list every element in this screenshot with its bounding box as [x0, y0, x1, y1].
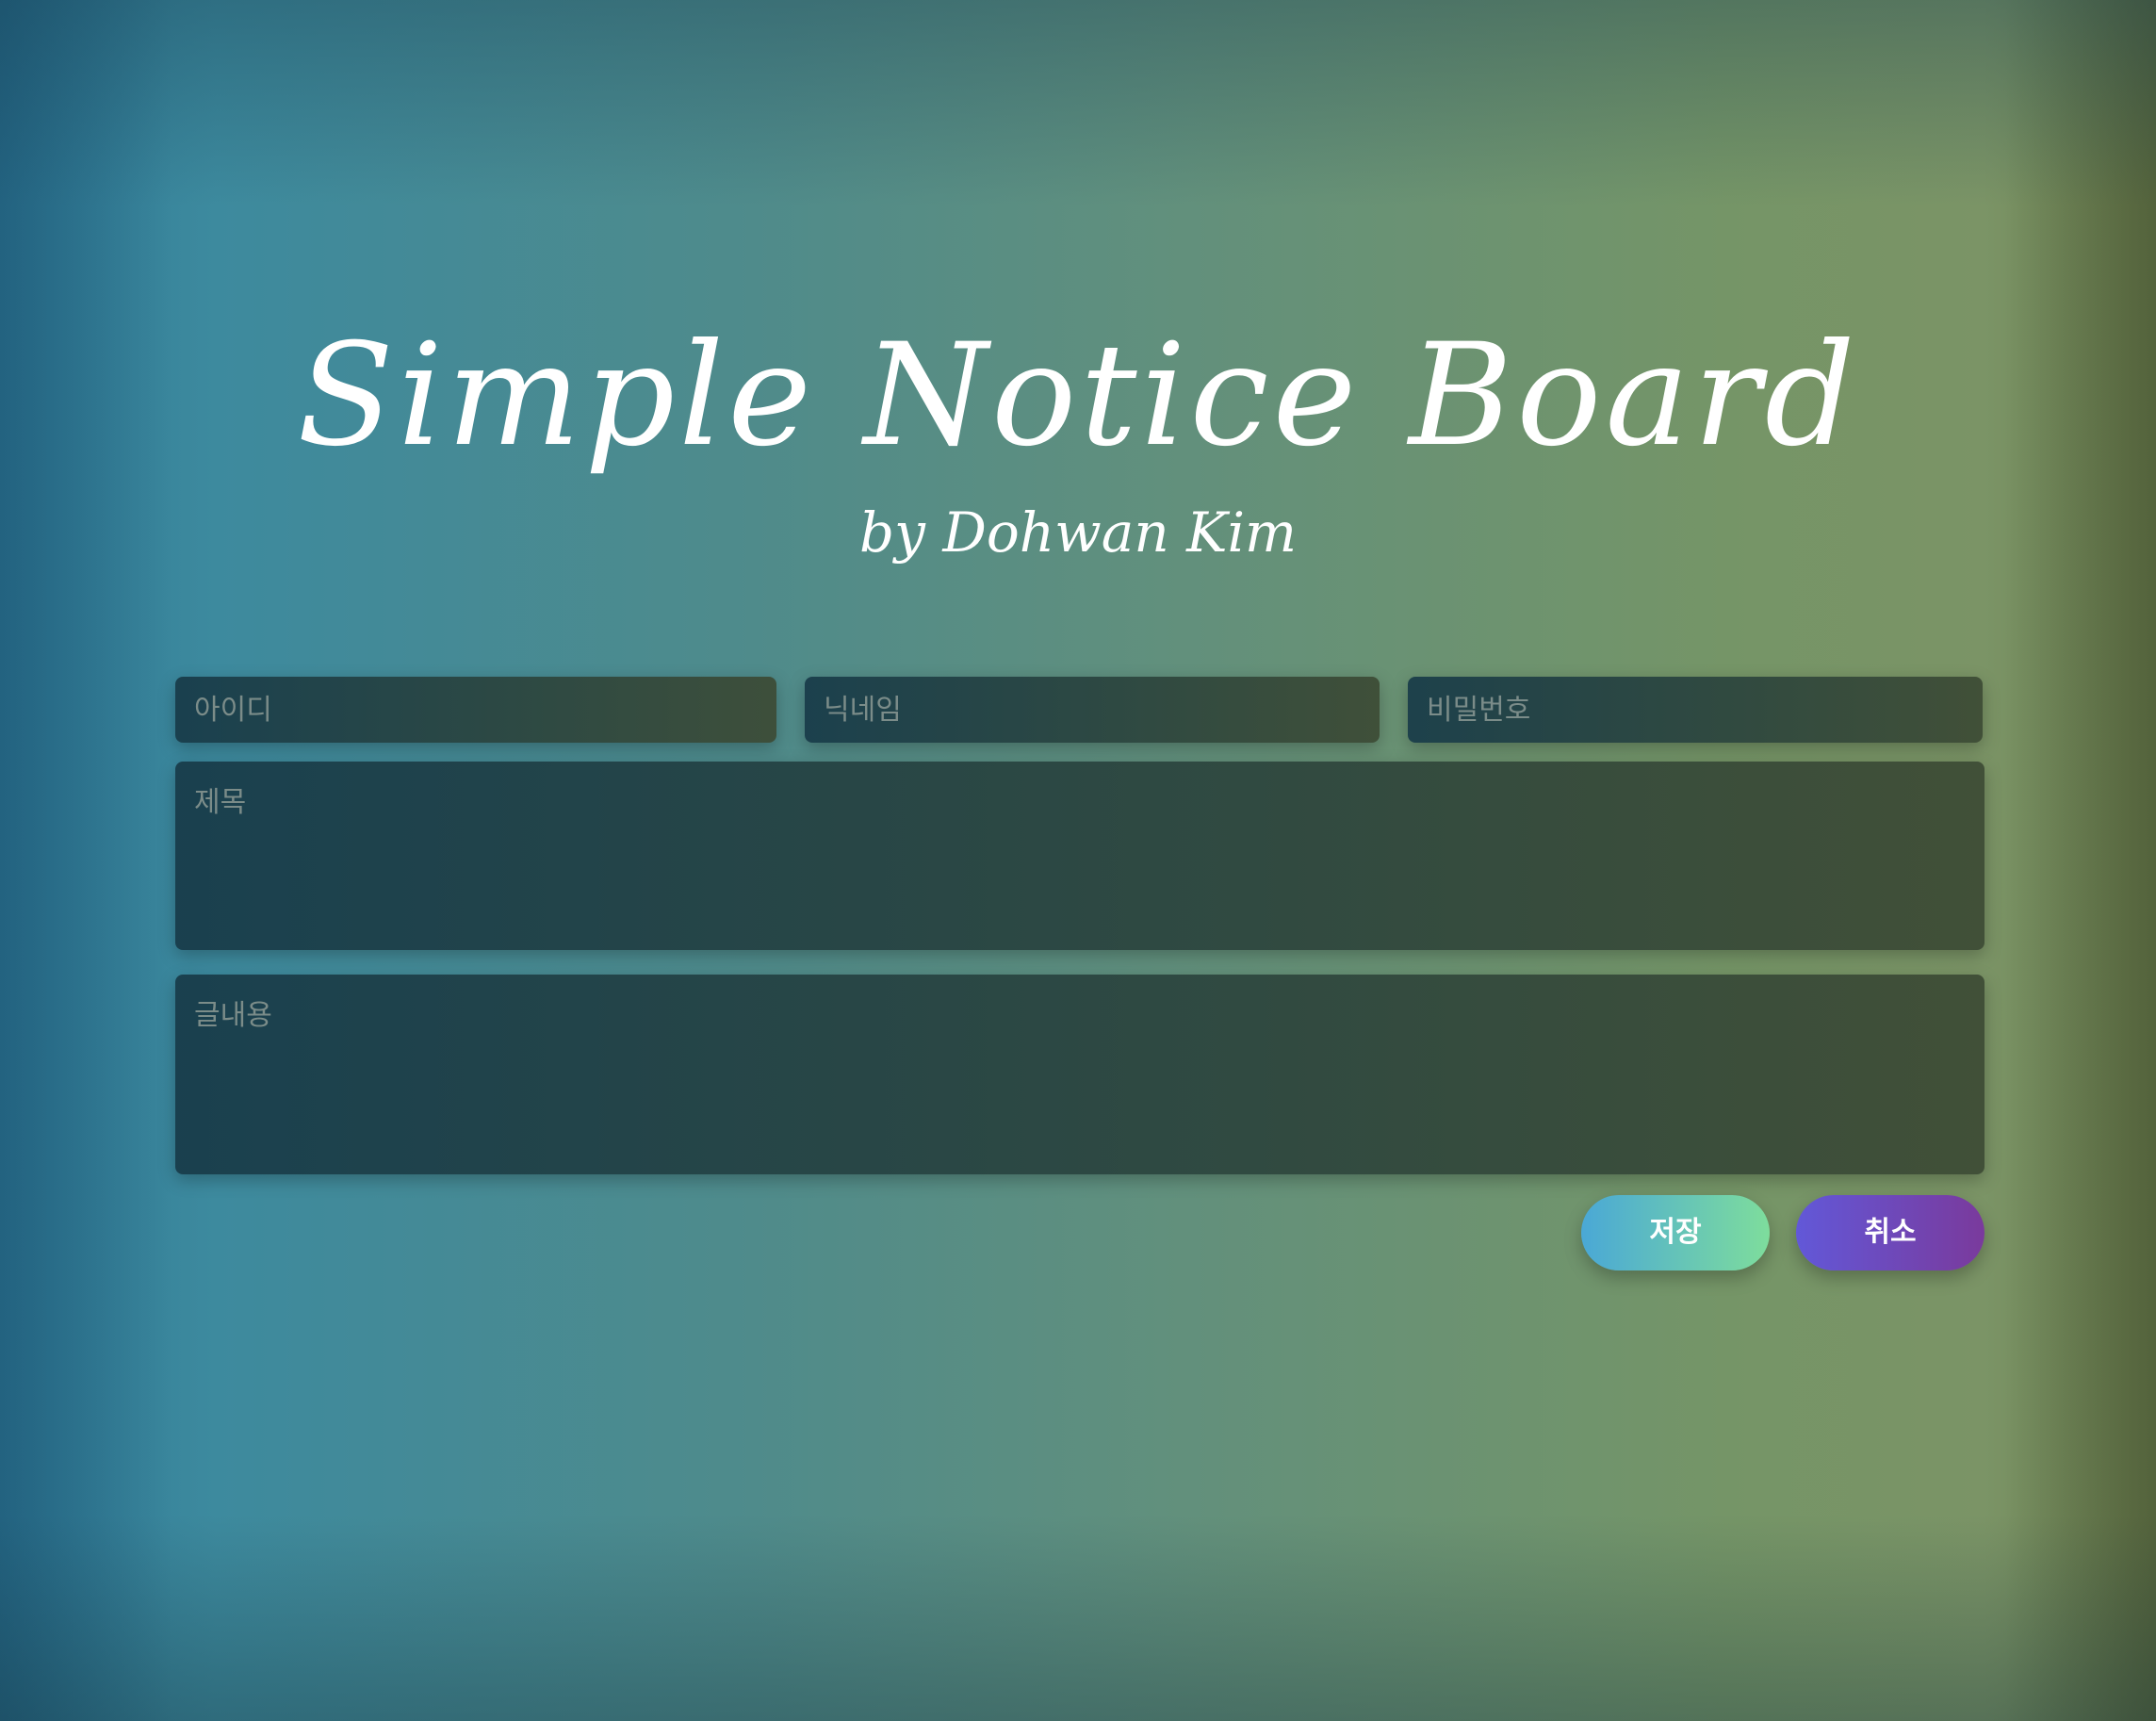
id-input[interactable] — [175, 677, 776, 743]
password-input[interactable] — [1408, 677, 1983, 743]
title-textarea[interactable] — [175, 762, 1984, 950]
page-title: Simple Notice Board — [297, 314, 1859, 478]
save-button[interactable]: 저장 — [1581, 1195, 1770, 1270]
cancel-button[interactable]: 취소 — [1796, 1195, 1984, 1270]
content-textarea[interactable] — [175, 975, 1984, 1174]
page-subtitle: by Dohwan Kim — [859, 500, 1297, 565]
nickname-input[interactable] — [805, 677, 1380, 743]
